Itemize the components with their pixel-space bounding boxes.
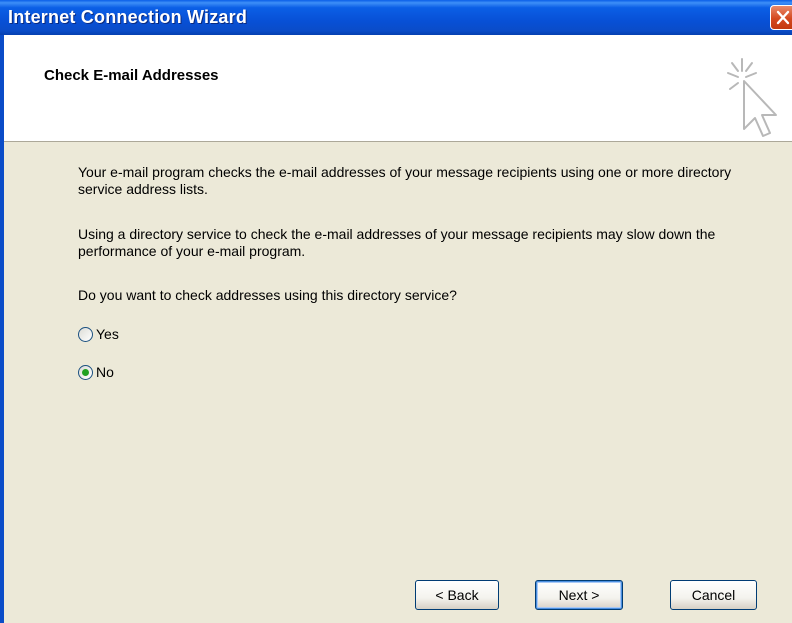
description-text: Your e-mail program checks the e-mail ad…	[78, 164, 732, 197]
window-title: Internet Connection Wizard	[8, 7, 248, 27]
wizard-header: Check E-mail Addresses	[4, 35, 792, 142]
radio-no-circle[interactable]	[78, 364, 93, 380]
button-bar: < Back Next > Cancel	[0, 580, 792, 623]
radio-no-label[interactable]: No	[96, 364, 114, 380]
cancel-button[interactable]: Cancel	[670, 580, 757, 610]
radio-selected-dot	[82, 368, 89, 376]
radio-no[interactable]: No	[78, 364, 114, 380]
radio-yes-label[interactable]: Yes	[96, 326, 119, 342]
wizard-window: Internet Connection Wizard Check E-mail …	[0, 0, 792, 623]
close-button[interactable]	[770, 5, 792, 30]
back-button[interactable]: < Back	[415, 580, 499, 610]
title-bar[interactable]: Internet Connection Wizard	[0, 0, 792, 35]
wizard-cursor-icon	[727, 58, 777, 137]
next-button[interactable]: Next >	[535, 580, 623, 610]
page-title: Check E-mail Addresses	[44, 67, 219, 84]
radio-yes[interactable]: Yes	[78, 326, 119, 342]
close-icon	[776, 10, 790, 25]
radio-yes-circle[interactable]	[78, 326, 93, 342]
warning-text: Using a directory service to check the e…	[78, 226, 716, 259]
question-text: Do you want to check addresses using thi…	[78, 287, 457, 303]
